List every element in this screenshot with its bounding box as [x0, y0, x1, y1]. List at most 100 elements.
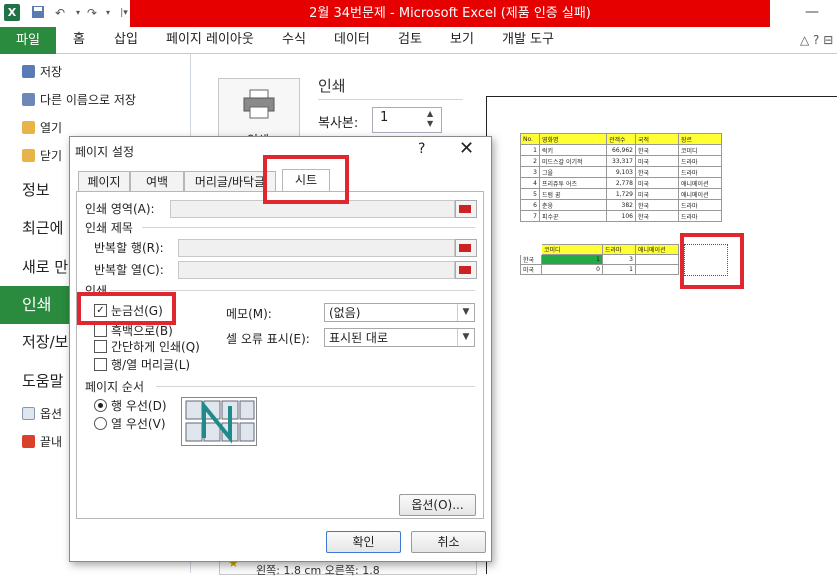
divider [318, 99, 463, 100]
repeat-rows-input[interactable] [178, 239, 455, 257]
ribbon-controls[interactable]: △ ? ⊟ [800, 33, 833, 47]
print-area-picker-icon[interactable] [455, 200, 477, 218]
tab-file[interactable]: 파일 [0, 27, 56, 54]
nav-save-send[interactable]: 저장/보 [22, 329, 68, 355]
copies-label: 복사본: [318, 116, 359, 131]
table-row: 7 피수꾼 106 한국 드라마 [520, 210, 722, 222]
cell: 드라마 [678, 199, 722, 211]
row-col-headings-label: 행/열 머리글(L) [111, 358, 191, 372]
draft-quality-checkbox[interactable] [94, 340, 107, 353]
cell: 9,103 [606, 166, 636, 178]
cell-error-value: 표시된 대로 [329, 331, 389, 345]
draft-quality-label: 간단하게 인쇄(Q) [111, 340, 200, 354]
cell: 프리쥬투 어즈 [539, 177, 607, 189]
gridlines-checkbox-highlighted[interactable]: ✓ [94, 304, 107, 317]
excel-icon[interactable]: X [4, 4, 20, 21]
nav-info[interactable]: 정보 [22, 177, 50, 203]
print-heading: 인쇄 [318, 77, 346, 95]
redo-icon[interactable]: ↷ [84, 5, 100, 21]
divider [110, 290, 475, 291]
repeat-cols-input[interactable] [178, 261, 455, 279]
cancel-button[interactable]: 취소 [411, 531, 486, 553]
options-button[interactable]: 옵션(O)... [399, 494, 476, 516]
save-icon[interactable] [30, 5, 46, 21]
tab-margins[interactable]: 여백 [130, 171, 184, 192]
row-col-headings-checkbox[interactable] [94, 358, 107, 371]
summary-header-row: 코미디 드라마 애니메이션 [520, 244, 679, 255]
nav-new[interactable]: 새로 만 [22, 254, 68, 280]
memo-select[interactable]: (없음) ▼ [324, 303, 475, 322]
tab-review[interactable]: 검토 [398, 27, 422, 53]
nav-close[interactable]: 닫기 [22, 146, 62, 166]
tab-home[interactable]: 홈 [73, 27, 85, 53]
dialog-title: 페이지 설정 [75, 145, 135, 159]
tab-formulas[interactable]: 수식 [282, 27, 306, 53]
ok-button[interactable]: 확인 [326, 531, 401, 553]
nav-exit-label: 끝내 [40, 435, 63, 449]
nav-help[interactable]: 도움말 [22, 368, 63, 394]
tab-page[interactable]: 페이지 [78, 171, 130, 192]
nav-options[interactable]: 옵션 [22, 404, 62, 424]
cell: 3 [520, 166, 540, 178]
tab-page-layout[interactable]: 페이지 레이아웃 [166, 27, 254, 53]
table-row: 5 드럼 꿈 1,729 미국 애니메이션 [520, 188, 722, 200]
nav-exit[interactable]: 끝내 [22, 432, 62, 452]
cell: 미국 [520, 264, 542, 275]
table-row: 미국 0 1 [520, 264, 679, 275]
window-title: 2월 34번문제 - Microsoft Excel (제품 인증 실패) [130, 0, 770, 27]
preview-summary-table: 코미디 드라마 애니메이션 한국 1 3 미국 0 1 [520, 244, 679, 275]
row-first-radio[interactable] [94, 399, 107, 412]
cell: 2,778 [606, 177, 636, 189]
folder-icon [22, 121, 35, 134]
cell: 5 [520, 188, 540, 200]
margin-text: 왼쪽: 1.8 cm 오른쪽: 1.8 [256, 564, 380, 577]
cell: 한국 [635, 144, 679, 156]
cell: 한국 [520, 254, 542, 265]
nav-save-as-label: 다른 이름으로 저장 [40, 93, 136, 107]
cell: 미국 [635, 155, 679, 167]
cell: 7 [520, 210, 540, 222]
nav-save[interactable]: 저장 [22, 62, 62, 82]
nav-recent[interactable]: 최근에 [22, 215, 63, 241]
memo-label: 메모(M): [226, 307, 272, 321]
cell-error-select[interactable]: 표시된 대로 ▼ [324, 328, 475, 347]
nav-save-label: 저장 [40, 65, 63, 79]
tab-view[interactable]: 보기 [450, 27, 474, 53]
tab-data[interactable]: 데이터 [334, 27, 370, 53]
copies-spinner-icon[interactable]: ▲ ▼ [427, 109, 433, 129]
header-cell: 장르 [678, 133, 722, 145]
header-cell [520, 244, 542, 255]
help-button[interactable]: ? [418, 141, 425, 157]
close-button[interactable]: ✕ [459, 138, 474, 159]
nav-options-label: 옵션 [40, 407, 63, 421]
cell: 미드스갈 이기적 [539, 155, 607, 167]
page-order-preview-icon [181, 397, 257, 446]
memo-value: (없음) [329, 306, 361, 320]
divider [142, 227, 475, 228]
cell: 미국 [635, 177, 679, 189]
minimize-button[interactable]: — [800, 2, 824, 22]
chevron-down-icon: ▼ [457, 329, 474, 346]
header-cell: 관객수 [606, 133, 636, 145]
exit-icon [22, 435, 35, 448]
cell: 한국 [635, 210, 679, 222]
cell: 1 [602, 264, 636, 275]
black-white-checkbox[interactable] [94, 324, 107, 337]
redo-dropdown-icon[interactable]: ▾ [100, 5, 116, 21]
nav-open[interactable]: 열기 [22, 118, 62, 138]
save-as-icon [22, 93, 35, 106]
cell: 미국 [635, 188, 679, 200]
tab-insert[interactable]: 삽입 [114, 27, 138, 53]
repeat-cols-picker-icon[interactable] [455, 261, 477, 279]
cell-error-label: 셀 오류 표시(E): [226, 332, 310, 346]
tab-developer[interactable]: 개발 도구 [502, 27, 554, 53]
header-cell: 애니메이션 [635, 244, 679, 255]
table-row: 1 럭키 66,962 한국 코미디 [520, 144, 722, 156]
cell: 1,729 [606, 188, 636, 200]
cell: 한국 [635, 166, 679, 178]
cell: 드라마 [678, 155, 722, 167]
undo-icon[interactable]: ↶ [52, 5, 68, 21]
nav-save-as[interactable]: 다른 이름으로 저장 [22, 90, 136, 110]
repeat-rows-picker-icon[interactable] [455, 239, 477, 257]
col-first-radio[interactable] [94, 417, 107, 430]
